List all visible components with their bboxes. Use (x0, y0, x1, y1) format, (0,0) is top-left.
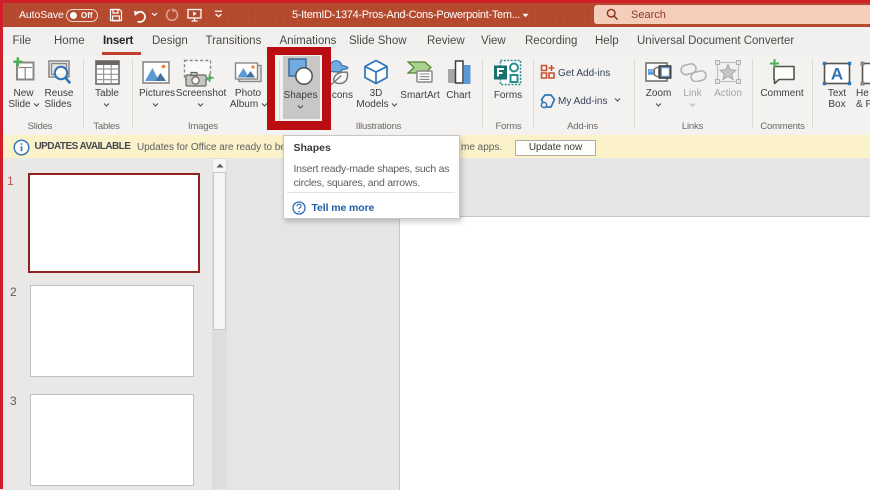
svg-text:A: A (831, 65, 843, 84)
